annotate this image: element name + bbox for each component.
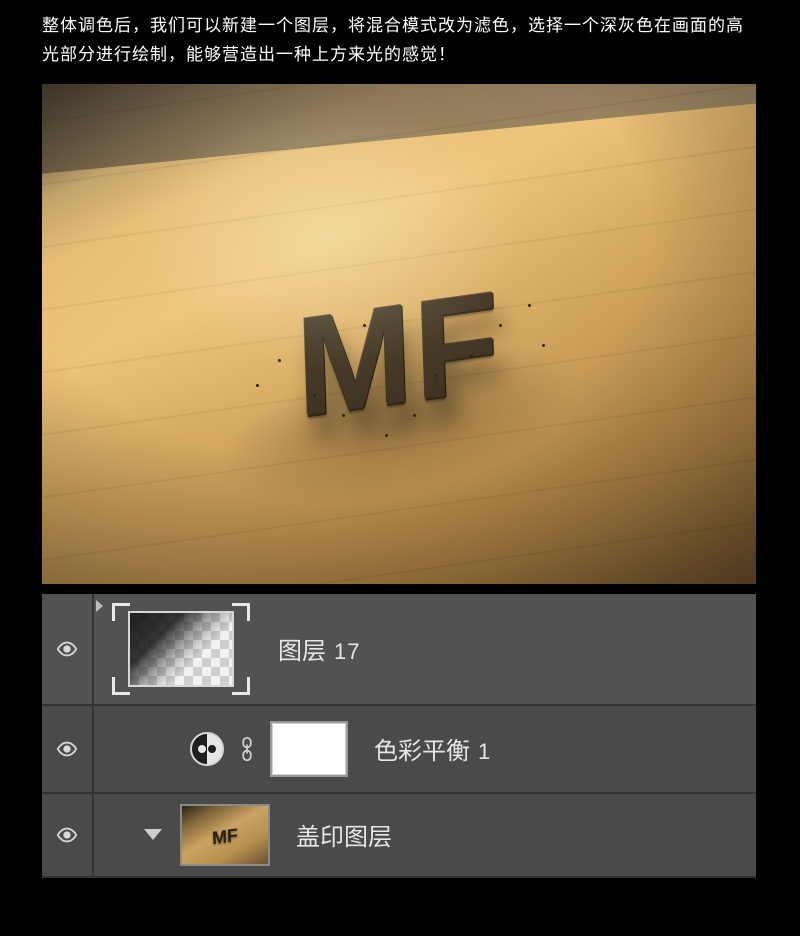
layers-panel: 图层 17 色 (42, 594, 756, 878)
layer-row-17[interactable]: 图层 17 (42, 594, 756, 706)
layer-name[interactable]: 色彩平衡 1 (374, 731, 491, 766)
eye-icon (56, 638, 78, 660)
layer-name[interactable]: 图层 17 (278, 631, 360, 666)
visibility-toggle[interactable] (42, 706, 94, 792)
eye-icon (56, 824, 78, 846)
layer-thumbnail[interactable] (106, 603, 256, 695)
layer-name-text: 盖印图层 (296, 817, 392, 852)
layer-name-number: 17 (334, 639, 360, 665)
link-icon[interactable] (238, 734, 258, 764)
tutorial-description-text: 整体调色后，我们可以新建一个图层，将混合模式改为滤色，选择一个深灰色在画面的高光… (0, 0, 800, 84)
layer-row-stamp[interactable]: MF 盖印图层 (42, 794, 756, 878)
eye-icon (56, 738, 78, 760)
visibility-toggle[interactable] (42, 594, 94, 704)
layer-name-text: 色彩平衡 (374, 731, 470, 766)
collapse-arrow-icon[interactable] (144, 829, 162, 840)
visibility-toggle[interactable] (42, 794, 94, 876)
layer-name-text: 图层 (278, 631, 326, 666)
expand-arrow-icon[interactable] (96, 600, 103, 612)
layer-row-color-balance[interactable]: 色彩平衡 1 (42, 706, 756, 794)
layer-name[interactable]: 盖印图层 (296, 817, 392, 852)
lighting-vignette (42, 84, 756, 584)
layer-thumbnail[interactable]: MF (180, 804, 270, 866)
result-preview-image: MF (42, 84, 756, 584)
thumbnail-mini-text: MF (212, 825, 238, 850)
layer-mask-thumbnail[interactable] (270, 721, 348, 777)
layer-name-number: 1 (478, 739, 491, 765)
adjustment-layer-icon[interactable] (190, 732, 224, 766)
thumbnail-image (128, 611, 234, 687)
